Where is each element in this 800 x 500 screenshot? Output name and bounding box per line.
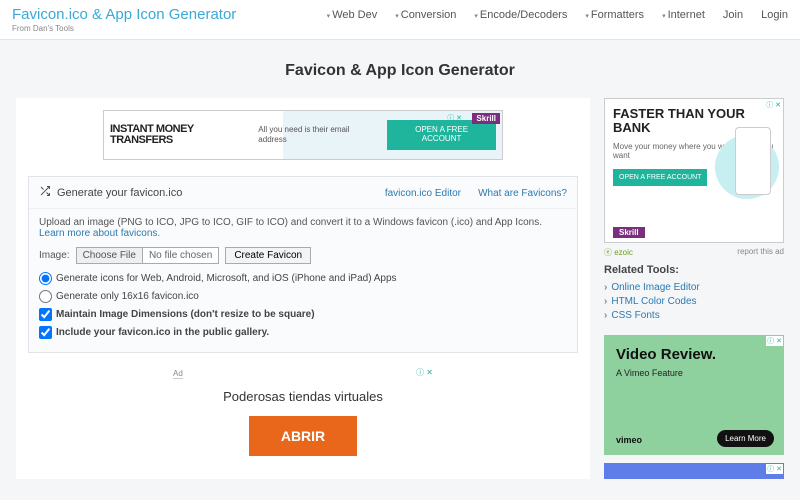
- panel-description: Upload an image (PNG to ICO, JPG to ICO,…: [39, 217, 567, 239]
- related-link-editor[interactable]: Online Image Editor: [604, 282, 784, 293]
- vimeo-logo: vimeo: [616, 435, 642, 445]
- skrill-badge: Skrill: [472, 113, 500, 124]
- ad-label: Ad: [173, 369, 183, 379]
- radio-generate-all[interactable]: [39, 272, 52, 285]
- ad-close-icon[interactable]: ⓘ ✕: [766, 336, 783, 346]
- related-title: Related Tools:: [604, 264, 784, 276]
- ezoic-brand[interactable]: ⓔ ezoic: [604, 247, 633, 258]
- main-nav: ▾Web Dev ▾Conversion ▾Encode/Decoders ▾F…: [327, 6, 788, 21]
- image-label: Image:: [39, 250, 70, 261]
- file-status: No file chosen: [143, 248, 218, 263]
- ezoic-row: ⓔ ezoic report this ad: [604, 247, 784, 258]
- side-ad-vimeo[interactable]: ⓘ ✕ Video Review. A Vimeo Feature vimeo …: [604, 335, 784, 455]
- page-title: Favicon & App Icon Generator: [0, 62, 800, 80]
- what-are-favicons-link[interactable]: What are Favicons?: [478, 188, 567, 199]
- ad-close-icon[interactable]: ⓘ ✕: [766, 464, 783, 474]
- related-link-fonts[interactable]: CSS Fonts: [604, 310, 784, 321]
- panel-body: Upload an image (PNG to ICO, JPG to ICO,…: [29, 209, 577, 352]
- mid-ad[interactable]: Ad ⓘ ✕ Poderosas tiendas virtuales ABRIR: [173, 367, 433, 456]
- banner-cta-button[interactable]: OPEN A FREE ACCOUNT: [387, 120, 496, 150]
- panel-title: Generate your favicon.ico: [57, 187, 182, 199]
- panel-header: Generate your favicon.ico favicon.ico Ed…: [29, 177, 577, 209]
- caret-icon: ▾: [585, 13, 589, 20]
- nav-login[interactable]: Login: [761, 9, 788, 21]
- main-column: INSTANT MONEY TRANSFERS All you need is …: [16, 98, 590, 479]
- checkbox-maintain[interactable]: [39, 308, 52, 321]
- side-ad-skrill[interactable]: ⓘ ✕ FASTER THAN YOUR BANK Move your mone…: [604, 98, 784, 243]
- nav-formatters[interactable]: ▾Formatters: [585, 9, 644, 21]
- top-bar: Favicon.ico & App Icon Generator From Da…: [0, 0, 800, 40]
- create-favicon-button[interactable]: Create Favicon: [225, 247, 311, 264]
- related-link-colors[interactable]: HTML Color Codes: [604, 296, 784, 307]
- caret-icon: ▾: [474, 13, 478, 20]
- side-ad-bottom[interactable]: ⓘ ✕: [604, 463, 784, 479]
- banner-title: INSTANT MONEY TRANSFERS: [110, 124, 250, 146]
- nav-webdev[interactable]: ▾Web Dev: [327, 9, 378, 21]
- side-ad2-sub: A Vimeo Feature: [616, 368, 772, 378]
- opt-maintain-dimensions[interactable]: Maintain Image Dimensions (don't resize …: [39, 308, 567, 321]
- skrill-badge: Skrill: [613, 227, 645, 238]
- banner-ad[interactable]: INSTANT MONEY TRANSFERS All you need is …: [103, 110, 503, 160]
- opt-generate-all[interactable]: Generate icons for Web, Android, Microso…: [39, 272, 567, 285]
- checkbox-public[interactable]: [39, 326, 52, 339]
- image-row: Image: Choose File No file chosen Create…: [39, 247, 567, 264]
- content-container: INSTANT MONEY TRANSFERS All you need is …: [0, 98, 800, 479]
- radio-generate-16[interactable]: [39, 290, 52, 303]
- favicon-editor-link[interactable]: favicon.ico Editor: [385, 188, 461, 199]
- brand-subtitle: From Dan's Tools: [12, 24, 236, 33]
- side-ad2-title: Video Review.: [616, 347, 772, 364]
- mid-ad-title: Poderosas tiendas virtuales: [173, 389, 433, 404]
- opt-public-gallery[interactable]: Include your favicon.ico in the public g…: [39, 326, 567, 339]
- nav-join[interactable]: Join: [723, 9, 743, 21]
- report-ad-link[interactable]: report this ad: [737, 247, 784, 258]
- side-ad1-button[interactable]: OPEN A FREE ACCOUNT: [613, 169, 707, 186]
- caret-icon: ▾: [395, 13, 399, 20]
- nav-internet[interactable]: ▾Internet: [662, 9, 705, 21]
- nav-encode[interactable]: ▾Encode/Decoders: [474, 9, 567, 21]
- file-input[interactable]: Choose File No file chosen: [76, 247, 220, 264]
- phone-graphic: [735, 127, 771, 195]
- brand-block: Favicon.ico & App Icon Generator From Da…: [12, 6, 236, 33]
- ad-close-icon[interactable]: ⓘ ✕: [416, 367, 433, 378]
- nav-conversion[interactable]: ▾Conversion: [395, 9, 456, 21]
- ad-info-icon[interactable]: ⓘ ✕: [447, 113, 462, 123]
- banner-sub: All you need is their email address: [258, 125, 373, 144]
- shuffle-icon: [39, 185, 51, 200]
- learn-more-button[interactable]: Learn More: [717, 430, 774, 447]
- caret-icon: ▾: [327, 13, 331, 20]
- caret-icon: ▾: [662, 13, 666, 20]
- choose-file-button[interactable]: Choose File: [77, 248, 143, 263]
- opt-generate-16[interactable]: Generate only 16x16 favicon.ico: [39, 290, 567, 303]
- brand-title[interactable]: Favicon.ico & App Icon Generator: [12, 6, 236, 23]
- ad-close-icon[interactable]: ⓘ ✕: [765, 100, 782, 110]
- generate-panel: Generate your favicon.ico favicon.ico Ed…: [28, 176, 578, 353]
- related-tools: Related Tools: Online Image Editor HTML …: [604, 264, 784, 321]
- mid-ad-button[interactable]: ABRIR: [249, 416, 357, 456]
- learn-more-link[interactable]: Learn more about favicons.: [39, 228, 160, 239]
- sidebar: ⓘ ✕ FASTER THAN YOUR BANK Move your mone…: [604, 98, 784, 479]
